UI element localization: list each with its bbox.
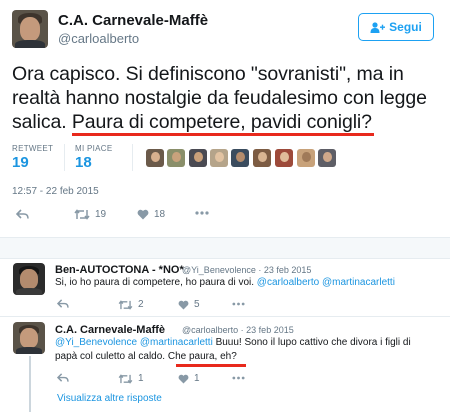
liker-avatar[interactable] (210, 149, 228, 167)
liker-avatar[interactable] (231, 149, 249, 167)
tweet-text-line: realtà hanno nostalgie da feudalesimo co… (12, 87, 427, 109)
reply-avatar[interactable] (13, 322, 45, 354)
like-count: 18 (154, 209, 166, 220)
author-handle[interactable]: @carloalberto (58, 31, 139, 46)
more-dots-icon (195, 211, 209, 215)
like-button[interactable]: 1 (178, 373, 200, 384)
more-dots-icon (232, 302, 245, 306)
author-name[interactable]: C.A. Carnevale-Maffè (58, 12, 208, 29)
tweet-text: Ora capisco. Si definiscono "sovranisti"… (12, 62, 442, 134)
likes-stat-count[interactable]: 18 (75, 154, 92, 171)
mention-link[interactable]: @martinacarletti (140, 337, 213, 348)
show-more-replies-link[interactable]: Visualizza altre risposte (57, 393, 162, 404)
like-count: 5 (194, 299, 200, 310)
retweet-icon (118, 299, 133, 310)
reply-text-body: Buuu! Sono il lupo cattivo che divora i … (215, 337, 411, 348)
mention-link[interactable]: @carloalberto (257, 277, 319, 288)
reply-icon (57, 373, 69, 382)
replies-gap (0, 238, 450, 258)
avatar-shirt (14, 39, 46, 48)
retweet-icon (74, 209, 90, 220)
tweet-text-highlight: Paura di competere, pavidi conigli? (71, 111, 372, 133)
like-button[interactable]: 18 (137, 209, 165, 220)
retweet-stat-label: RETWEET (12, 144, 54, 153)
reply-button[interactable] (57, 373, 69, 383)
retweet-button[interactable]: 1 (118, 373, 144, 384)
highlight-underline (72, 133, 374, 136)
like-button[interactable]: 5 (178, 299, 200, 310)
liker-avatar[interactable] (275, 149, 293, 167)
reply-text-body: Si, io ho paura di competere, ho paura d… (55, 277, 255, 288)
stat-divider (64, 144, 65, 171)
liker-avatar[interactable] (318, 149, 336, 167)
add-user-icon (370, 21, 386, 33)
heart-icon (178, 300, 189, 310)
author-avatar[interactable] (12, 10, 48, 48)
retweet-count: 1 (138, 373, 144, 384)
reply-handle[interactable]: @carloalberto (182, 325, 238, 335)
liker-avatar[interactable] (297, 149, 315, 167)
reply-avatar[interactable] (13, 263, 45, 295)
retweet-icon (118, 373, 133, 384)
tweet-timestamp[interactable]: 12:57 - 22 feb 2015 (12, 186, 99, 197)
reply-meta: @carloalberto · 23 feb 2015 (182, 325, 294, 335)
more-options-button[interactable] (232, 376, 245, 380)
highlight-underline (176, 364, 246, 367)
liker-avatar[interactable] (189, 149, 207, 167)
reply-text: Si, io ho paura di competere, ho paura d… (55, 276, 445, 290)
reply-date[interactable]: 23 feb 2015 (246, 325, 294, 335)
follow-label: Segui (389, 20, 422, 34)
avatar-face (19, 16, 41, 42)
retweet-count: 2 (138, 299, 144, 310)
likes-stat-label: MI PIACE (75, 144, 113, 153)
retweet-button[interactable]: 19 (74, 209, 106, 220)
reply-text-body: papà col culetto al caldo. (55, 351, 168, 362)
retweet-stat-count[interactable]: 19 (12, 154, 29, 171)
reply-button[interactable] (16, 209, 29, 220)
reply-handle[interactable]: @Yi_Benevolence (182, 265, 256, 275)
reply-button[interactable] (57, 299, 69, 309)
follow-button[interactable]: Segui (358, 13, 434, 41)
tweet-text-line: Ora capisco. Si definiscono "sovranisti"… (12, 63, 404, 85)
reply-date[interactable]: 23 feb 2015 (264, 265, 312, 275)
retweet-button[interactable]: 2 (118, 299, 144, 310)
heart-icon (137, 209, 149, 220)
reply-icon (16, 209, 29, 219)
mention-link[interactable]: @martinacarletti (322, 277, 395, 288)
reply-text-line: @Yi_Benevolence @martinacarletti Buuu! S… (55, 336, 447, 350)
reply-icon (57, 299, 69, 308)
mention-link[interactable]: @Yi_Benevolence (55, 337, 137, 348)
reply-author-name[interactable]: Ben-AUTOCTONA - *NO* (55, 264, 184, 276)
reply-text: @Yi_Benevolence @martinacarletti Buuu! S… (55, 336, 447, 364)
more-options-button[interactable] (232, 302, 245, 306)
reply-divider (0, 316, 450, 317)
more-options-button[interactable] (195, 211, 209, 215)
reply-meta: @Yi_Benevolence · 23 feb 2015 (182, 265, 312, 275)
like-count: 1 (194, 373, 200, 384)
stat-divider (132, 144, 133, 171)
liker-avatar[interactable] (253, 149, 271, 167)
liker-avatar[interactable] (167, 149, 185, 167)
retweet-count: 19 (95, 209, 107, 220)
tweet-text-segment: salica. (12, 111, 72, 133)
tweet-text-line: salica. Paura di competere, pavidi conig… (12, 110, 442, 134)
thread-line (29, 356, 31, 412)
heart-icon (178, 374, 189, 384)
reply-author-name[interactable]: C.A. Carnevale-Maffè (55, 324, 165, 336)
reply-text-line: papà col culetto al caldo. Che paura, eh… (55, 350, 447, 364)
reply-text-highlight: Che paura, eh? (167, 351, 237, 362)
section-divider (0, 258, 450, 259)
liker-avatar[interactable] (146, 149, 164, 167)
more-dots-icon (232, 376, 245, 380)
